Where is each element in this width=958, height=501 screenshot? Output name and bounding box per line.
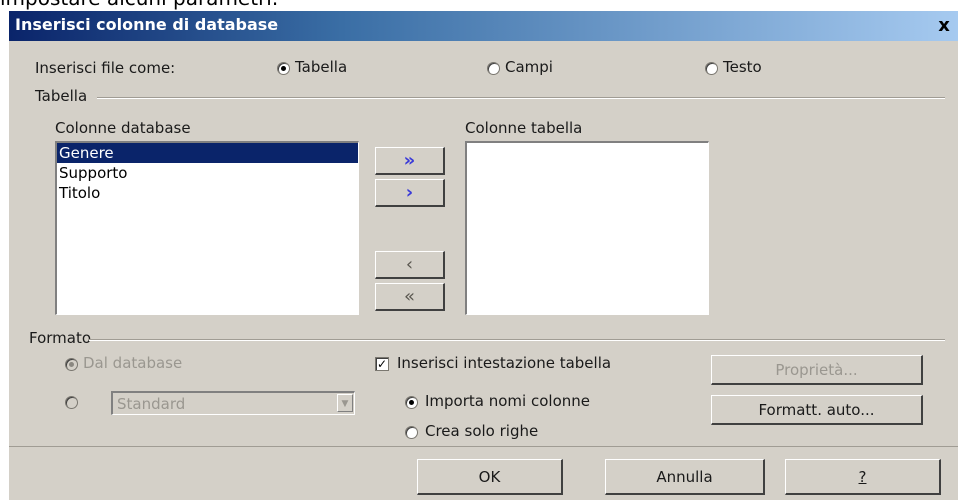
cancel-button-label: Annulla [656, 467, 713, 486]
insert-as-label: Inserisci file come: [35, 59, 176, 77]
properties-button[interactable]: Proprietà... [711, 355, 923, 385]
from-database-label: Dal database [83, 354, 183, 372]
radio-icon[interactable] [405, 396, 418, 409]
ok-button-label: OK [478, 467, 501, 486]
ok-button[interactable]: OK [417, 459, 563, 495]
close-icon[interactable]: x [935, 17, 953, 35]
table-columns-listbox[interactable] [465, 141, 709, 315]
dialog-title: Inserisci colonne di database [15, 15, 279, 34]
move-all-right-button[interactable]: » [375, 147, 445, 175]
radio-campi-label: Campi [505, 58, 553, 76]
radio-tabella-label: Tabella [295, 58, 348, 76]
radio-campi[interactable]: Campi [487, 57, 587, 79]
radio-testo[interactable]: Testo [705, 57, 805, 79]
table-group-title: Tabella [35, 87, 88, 105]
cancel-button[interactable]: Annulla [605, 459, 765, 495]
radio-icon[interactable] [277, 62, 290, 75]
chevron-down-icon[interactable]: ▼ [337, 394, 353, 412]
chevron-right-icon: › [405, 182, 414, 203]
table-group-divider [97, 97, 945, 99]
help-button-label: ? [858, 467, 867, 486]
insert-db-columns-dialog: Inserisci colonne di database x Inserisc… [8, 10, 958, 500]
radio-from-database[interactable]: Dal database [65, 353, 265, 375]
chevron-left-icon: ‹ [405, 254, 414, 275]
double-chevron-right-icon: » [403, 150, 416, 171]
radio-icon[interactable] [65, 358, 78, 371]
autoformat-button-label: Formatt. auto... [758, 400, 875, 419]
move-left-button[interactable]: ‹ [375, 251, 445, 279]
db-columns-label: Colonne database [55, 119, 191, 137]
radio-icon[interactable] [65, 396, 78, 409]
move-all-left-button[interactable]: « [375, 283, 445, 311]
radio-testo-label: Testo [723, 58, 762, 76]
radio-only-rows[interactable]: Crea solo righe [405, 421, 665, 443]
radio-tabella[interactable]: Tabella [277, 57, 377, 79]
insert-header-checkbox[interactable]: ✓ Inserisci intestazione tabella [375, 353, 695, 375]
import-column-names-label: Importa nomi colonne [425, 392, 590, 410]
caption-text: impostare alcuni parametri. [0, 0, 278, 10]
insert-header-label: Inserisci intestazione tabella [397, 354, 612, 372]
only-rows-label: Crea solo righe [425, 422, 539, 440]
double-chevron-left-icon: « [403, 286, 415, 307]
radio-icon[interactable] [487, 62, 500, 75]
list-item[interactable]: Genere [57, 143, 358, 163]
radio-icon[interactable] [705, 62, 718, 75]
radio-custom-format[interactable] [65, 391, 85, 413]
move-right-button[interactable]: › [375, 179, 445, 207]
list-item[interactable]: Titolo [57, 183, 358, 203]
radio-icon[interactable] [405, 426, 418, 439]
format-combobox[interactable]: Standard ▼ [111, 391, 355, 415]
checkmark-icon[interactable]: ✓ [375, 357, 389, 371]
title-bar[interactable]: Inserisci colonne di database x [9, 11, 958, 41]
format-group-divider [89, 339, 945, 341]
db-columns-listbox[interactable]: Genere Supporto Titolo [55, 141, 359, 315]
radio-import-column-names[interactable]: Importa nomi colonne [405, 391, 665, 413]
autoformat-button[interactable]: Formatt. auto... [711, 395, 923, 425]
table-columns-label: Colonne tabella [465, 119, 583, 137]
help-button[interactable]: ? [785, 459, 941, 495]
format-combobox-value: Standard [117, 395, 186, 413]
list-item[interactable]: Supporto [57, 163, 358, 183]
properties-button-label: Proprietà... [775, 360, 858, 379]
format-group-title: Formato [29, 329, 92, 347]
